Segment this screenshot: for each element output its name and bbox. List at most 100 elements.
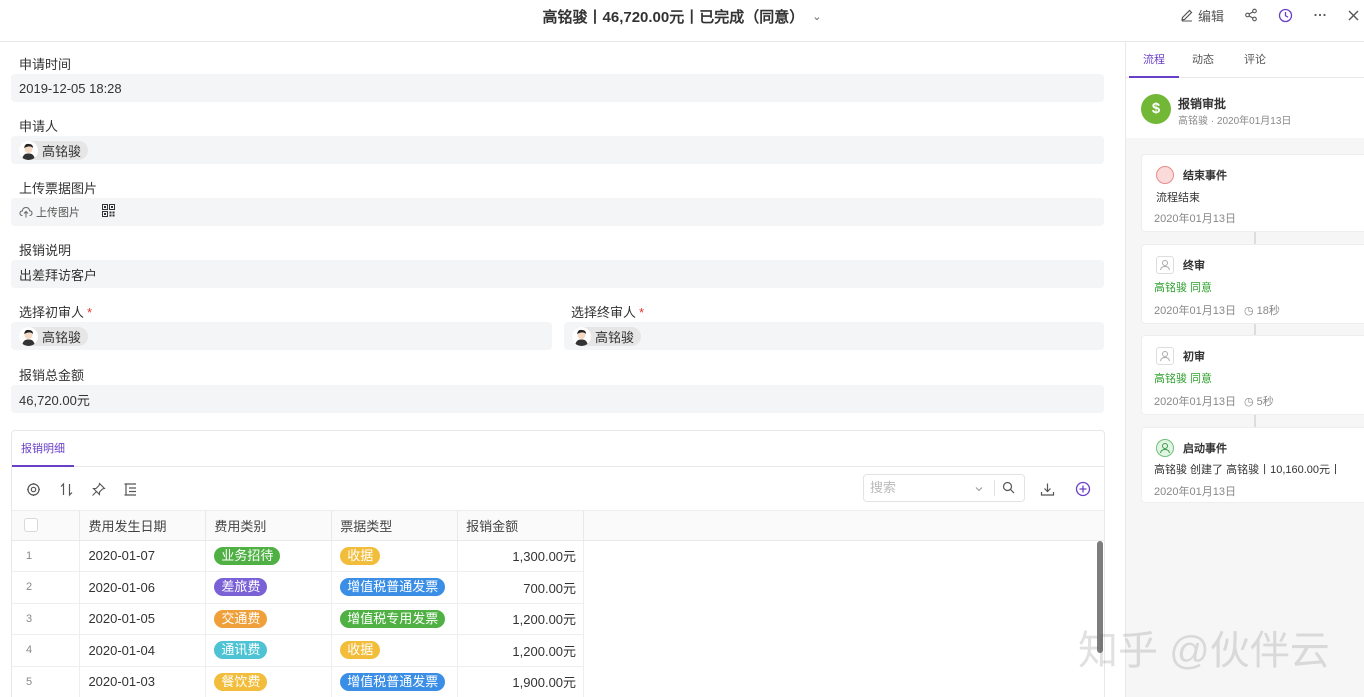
history-button[interactable]	[1278, 8, 1293, 23]
date-cell[interactable]: 2020-01-04	[79, 634, 207, 667]
category-cell[interactable]: 差旅费	[205, 571, 333, 604]
column-header[interactable]: 票据类型	[331, 511, 459, 541]
select-all-checkbox[interactable]	[24, 518, 38, 533]
applicant-name: 高铭骏	[42, 143, 82, 159]
upload-label: 上传票据图片	[19, 181, 98, 196]
invoice-cell[interactable]: 增值税普通发票	[331, 571, 459, 604]
cloud-upload-icon	[19, 206, 33, 218]
chevron-down-icon[interactable]: ⌄	[812, 10, 821, 23]
category-cell[interactable]: 交通费	[205, 603, 333, 635]
search-box	[863, 474, 1025, 502]
sort-icon[interactable]	[57, 480, 75, 498]
invoice-tag: 增值税普通发票	[340, 672, 446, 691]
invoice-cell[interactable]: 增值税普通发票	[331, 666, 459, 697]
filler-cell	[584, 635, 1104, 667]
tab-activity[interactable]: 动态	[1182, 42, 1224, 78]
invoice-cell[interactable]: 收据	[331, 634, 459, 667]
more-icon	[1314, 13, 1326, 17]
event-detail: 高铭骏 同意	[1154, 373, 1213, 385]
column-header-filler	[583, 511, 1104, 541]
event-date: 2020年01月13日	[1154, 396, 1236, 408]
amount-cell[interactable]: 1,900.00元	[457, 666, 585, 697]
applicant-field[interactable]: 高铭骏	[11, 136, 1104, 164]
tab-comments[interactable]: 评论	[1234, 42, 1276, 78]
download-icon[interactable]	[1038, 480, 1056, 498]
final-reviewer-field[interactable]: 高铭骏	[564, 322, 1104, 350]
date-cell[interactable]: 2020-01-03	[79, 666, 207, 697]
invoice-cell[interactable]: 收据	[331, 540, 459, 572]
event-detail: 高铭骏 同意	[1154, 282, 1213, 294]
table-row[interactable]: 4 2020-01-04 通讯费 收据 1,200.00元	[12, 634, 1104, 667]
invoice-tag: 增值税普通发票	[340, 578, 446, 597]
event-date: 2020年01月13日	[1154, 486, 1236, 498]
apply-time-field[interactable]: 2019-12-05 18:28	[11, 74, 1104, 102]
upload-image-button[interactable]: 上传图片	[19, 204, 80, 220]
search-icon[interactable]	[1002, 481, 1015, 497]
amount-cell[interactable]: 1,300.00元	[457, 540, 585, 572]
clock-icon: ◷	[1243, 305, 1254, 317]
amount-cell[interactable]: 1,200.00元	[457, 634, 585, 667]
pin-icon[interactable]	[89, 480, 107, 498]
category-cell[interactable]: 餐饮费	[205, 666, 333, 697]
share-button[interactable]	[1244, 8, 1258, 22]
table-row[interactable]: 3 2020-01-05 交通费 增值税专用发票 1,200.00元	[12, 603, 1104, 635]
required-mark: *	[87, 305, 93, 320]
tree-structure-icon[interactable]	[121, 480, 139, 498]
pencil-icon	[1181, 9, 1193, 22]
event-date: 2020年01月13日	[1154, 305, 1236, 317]
add-row-icon[interactable]	[1074, 480, 1092, 498]
date-cell[interactable]: 2020-01-05	[79, 603, 207, 635]
first-reviewer-chip: 高铭骏	[19, 326, 89, 346]
select-all-cell[interactable]	[12, 511, 81, 541]
workflow-timeline: 结束事件 流程结束 2020年01月13日 终审 高铭骏 同意 2020年01月…	[1126, 138, 1364, 697]
tab-workflow[interactable]: 流程	[1129, 42, 1179, 78]
first-reviewer-field[interactable]: 高铭骏	[11, 322, 552, 350]
table-row[interactable]: 5 2020-01-03 餐饮费 增值税普通发票 1,900.00元	[12, 666, 1104, 697]
table-row[interactable]: 1 2020-01-07 业务招待 收据 1,300.00元	[12, 540, 1104, 572]
amount-cell[interactable]: 700.00元	[457, 571, 585, 604]
chevron-down-icon[interactable]	[974, 482, 984, 497]
invoice-tag: 增值税专用发票	[340, 609, 446, 628]
settings-icon[interactable]	[24, 480, 42, 498]
close-button[interactable]	[1347, 9, 1360, 22]
record-title-dropdown[interactable]: 高铭骏丨46,720.00元丨已完成（同意） ⌄	[0, 6, 1364, 27]
form-area: 申请时间 2019-12-05 18:28 申请人 高铭骏 上传票据图片 上传图…	[0, 42, 1116, 697]
timeline-card: 启动事件 高铭骏 创建了 高铭骏丨10,160.00元丨 2020年01月13日	[1141, 427, 1364, 503]
table-row[interactable]: 2 2020-01-06 差旅费 增值税普通发票 700.00元	[12, 571, 1104, 604]
event-date: 2020年01月13日	[1154, 213, 1236, 225]
category-tag: 差旅费	[214, 578, 268, 597]
first-reviewer-name: 高铭骏	[42, 329, 82, 345]
column-header[interactable]: 费用类别	[205, 511, 333, 541]
timeline-card: 结束事件 流程结束 2020年01月13日	[1141, 154, 1364, 232]
invoice-cell[interactable]: 增值税专用发票	[331, 603, 459, 635]
panel-tabs: 流程 动态 评论	[1126, 42, 1364, 78]
category-tag: 通讯费	[214, 641, 268, 660]
search-input[interactable]	[870, 480, 970, 495]
qr-code-icon[interactable]	[102, 204, 115, 220]
clock-icon: ◷	[1243, 396, 1254, 408]
record-title: 高铭骏丨46,720.00元丨已完成（同意）	[542, 9, 805, 26]
column-header[interactable]: 费用发生日期	[79, 511, 207, 541]
date-cell[interactable]: 2020-01-06	[79, 571, 207, 604]
clock-icon	[1278, 8, 1293, 22]
event-meta: 2020年01月13日 ◷ 5秒	[1154, 393, 1274, 409]
total-field[interactable]: 46,720.00元	[11, 385, 1104, 413]
invoice-tag: 收据	[340, 641, 381, 660]
apply-time-value: 2019-12-05 18:28	[19, 80, 122, 96]
table-toolbar	[12, 467, 1104, 511]
more-button[interactable]	[1313, 8, 1327, 22]
date-cell[interactable]: 2020-01-07	[79, 540, 207, 572]
filler-cell	[584, 666, 1104, 697]
amount-cell[interactable]: 1,200.00元	[457, 603, 585, 635]
edit-button[interactable]: 编辑	[1180, 6, 1224, 25]
workflow-title: 报销审批	[1178, 97, 1227, 111]
category-cell[interactable]: 通讯费	[205, 634, 333, 667]
column-header[interactable]: 报销金额	[457, 511, 585, 541]
row-index: 4	[12, 634, 81, 667]
end-event-icon	[1156, 166, 1174, 184]
category-cell[interactable]: 业务招待	[205, 540, 333, 572]
row-index: 5	[12, 666, 81, 697]
category-tag: 餐饮费	[214, 672, 268, 691]
tab-expense-detail[interactable]: 报销明细	[12, 431, 74, 467]
description-field[interactable]: 出差拜访客户	[11, 260, 1104, 288]
